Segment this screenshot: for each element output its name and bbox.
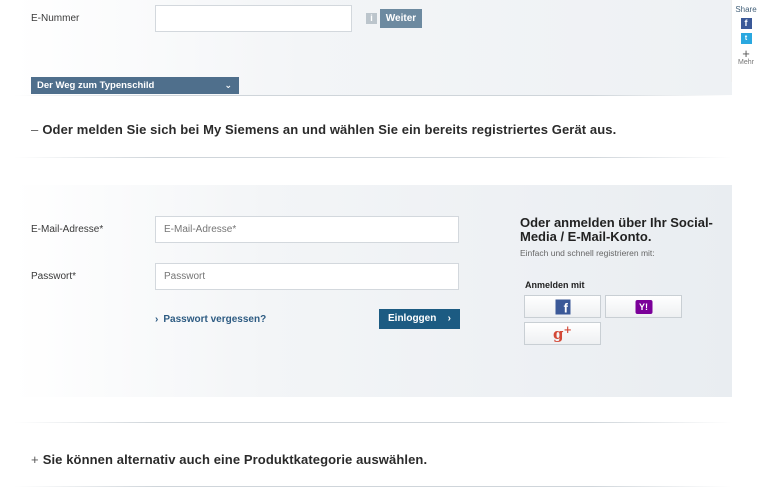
- more-share-label[interactable]: Mehr: [732, 59, 760, 66]
- divider: [14, 157, 732, 158]
- typenschild-dropdown[interactable]: Der Weg zum Typenschild ⌄: [31, 77, 239, 94]
- divider: [14, 422, 732, 423]
- info-icon[interactable]: i: [366, 13, 377, 24]
- yahoo-login-button[interactable]: Y!: [605, 295, 682, 318]
- google-plus-glyph: +: [563, 324, 572, 336]
- chevron-right-icon: ›: [155, 314, 159, 325]
- anmelden-mit-label: Anmelden mit: [525, 280, 585, 290]
- twitter-share-icon[interactable]: t: [740, 33, 752, 44]
- divider: [14, 486, 732, 487]
- login-button[interactable]: Einloggen ›: [379, 309, 460, 329]
- chevron-down-icon: ⌄: [224, 80, 232, 90]
- facebook-login-button[interactable]: f: [524, 295, 601, 318]
- password-label: Passwort*: [31, 271, 77, 282]
- google-g-glyph: g: [553, 324, 564, 343]
- share-widget: Share f t + Mehr: [731, 0, 760, 82]
- chevron-right-icon: ›: [447, 313, 451, 324]
- yahoo-icon: Y!: [635, 299, 652, 314]
- share-label: Share: [735, 5, 757, 14]
- collapse-icon: –: [31, 122, 39, 137]
- category-section-heading: Sie können alternativ auch eine Produktk…: [42, 452, 428, 467]
- category-section-toggle[interactable]: + Sie können alternativ auch eine Produkt…: [31, 452, 427, 467]
- weiter-button[interactable]: Weiter: [380, 9, 422, 28]
- facebook-share-icon[interactable]: f: [740, 18, 752, 29]
- plus-icon[interactable]: +: [732, 47, 760, 60]
- social-login-subtitle: Einfach und schnell registrieren mit:: [520, 248, 655, 258]
- login-section-heading: Oder melden Sie sich bei My Siemens an u…: [42, 122, 617, 137]
- social-login-title: Oder anmelden über Ihr Social-Media / E-…: [520, 215, 713, 244]
- email-label: E-Mail-Adresse*: [31, 224, 104, 235]
- forgot-password-link[interactable]: › Passwort vergessen?: [155, 314, 266, 325]
- facebook-icon: f: [555, 299, 570, 315]
- forgot-password-label: Passwort vergessen?: [163, 314, 267, 325]
- password-field[interactable]: [155, 263, 459, 290]
- google-plus-login-button[interactable]: g+: [524, 322, 601, 345]
- divider: [14, 95, 732, 96]
- google-plus-icon: g+: [553, 325, 572, 343]
- e-nummer-input[interactable]: [155, 5, 352, 32]
- login-section-toggle[interactable]: – Oder melden Sie sich bei My Siemens an …: [31, 122, 616, 137]
- typenschild-dropdown-label: Der Weg zum Typenschild: [37, 80, 155, 91]
- expand-icon: +: [31, 452, 39, 467]
- email-field[interactable]: [155, 216, 459, 243]
- login-button-label: Einloggen: [388, 313, 437, 324]
- e-nummer-label: E-Nummer: [31, 13, 80, 24]
